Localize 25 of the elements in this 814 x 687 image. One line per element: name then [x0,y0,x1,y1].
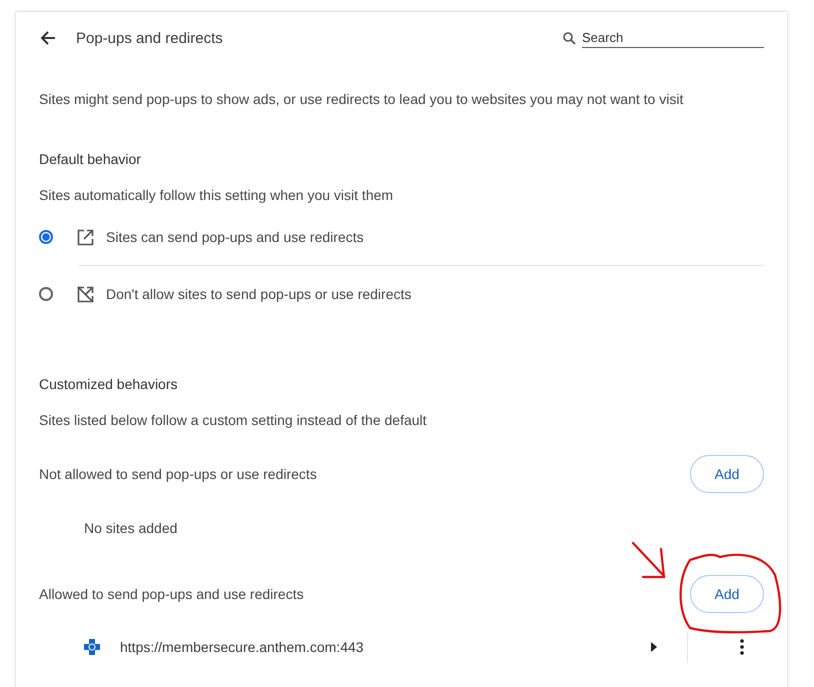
description-text: Sites might send pop-ups to show ads, or use redirects to lead you to websites you may not want to visit [39,91,684,109]
option-label: Don't allow sites to send pop-ups or use redirects [106,286,412,302]
annotation-arrow [632,542,666,578]
search-field[interactable]: Search [563,28,764,48]
add-button[interactable]: Add [690,455,764,493]
option-label: Sites can send pop-ups and use redirects [106,229,364,245]
radio-button[interactable] [39,230,53,244]
radio-button[interactable] [39,287,53,301]
more-options-icon[interactable] [740,639,744,655]
section-subtitle: Sites listed below follow a custom setting instead of the default [39,412,428,430]
section-subtitle: Sites automatically follow this setting when you visit them [39,187,394,205]
blocked-window-icon [77,286,94,302]
list-label: Not allowed to send pop-ups or use redirects [39,466,317,482]
page-title: Pop-ups and redirects [76,30,223,46]
site-url: https://membersecure.anthem.com:443 [120,639,364,655]
expand-arrow-icon[interactable] [651,642,657,652]
empty-list-text: No sites added [84,519,178,538]
site-favicon-icon [83,638,101,656]
section-heading: Customized behaviors [39,376,179,394]
list-label: Allowed to send pop-ups and use redirects [39,586,304,602]
search-icon [563,32,576,44]
back-arrow-icon[interactable] [40,30,56,46]
open-window-icon [77,228,94,246]
add-button[interactable]: Add [690,575,764,613]
section-heading: Default behavior [39,151,142,169]
